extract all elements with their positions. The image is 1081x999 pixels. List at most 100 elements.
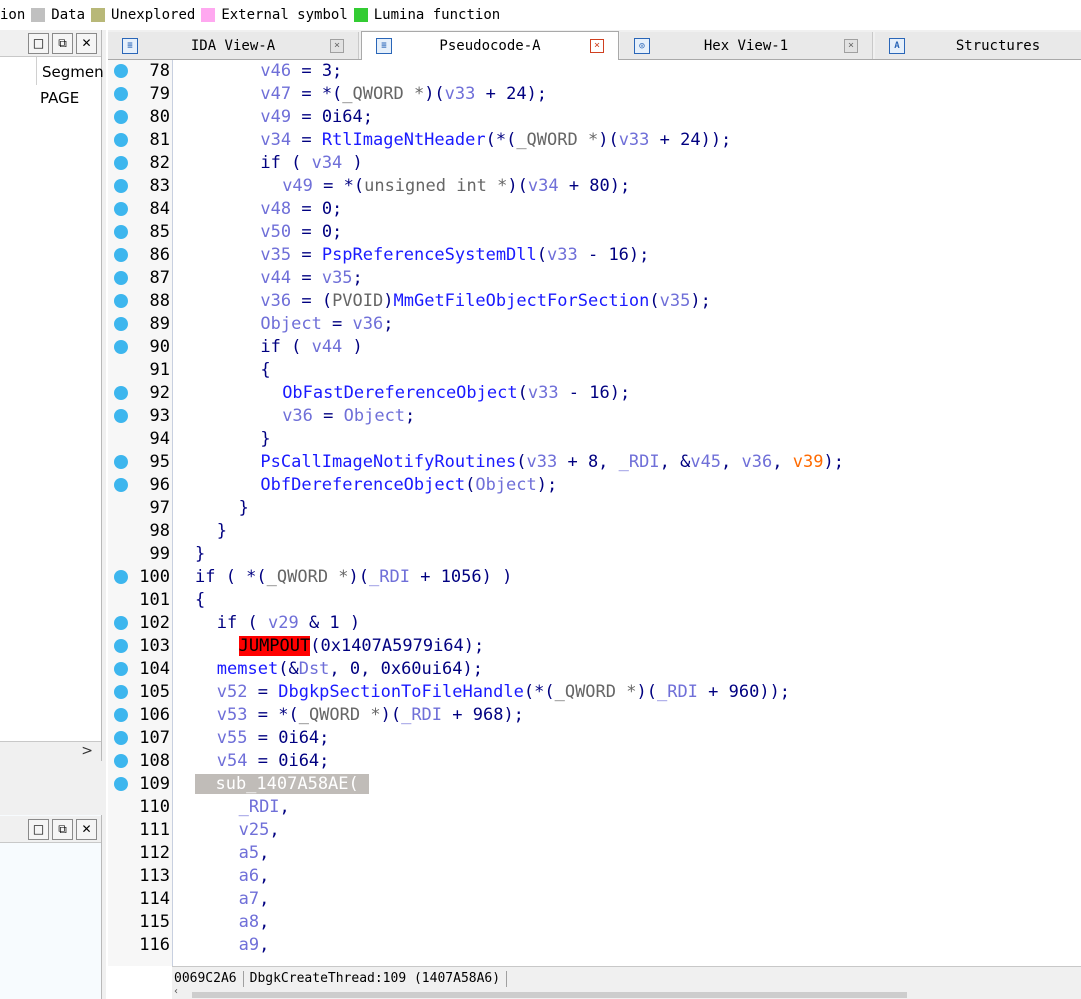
code-line[interactable]: 112 a5,	[108, 842, 1081, 865]
breakpoint-dot-icon[interactable]	[114, 754, 128, 768]
code-text[interactable]: memset(&Dst, 0, 0x60ui64);	[217, 658, 483, 681]
code-line[interactable]: 78 v46 = 3;	[108, 60, 1081, 83]
code-line[interactable]: 90 if ( v44 )	[108, 336, 1081, 359]
code-line[interactable]: 102 if ( v29 & 1 )	[108, 612, 1081, 635]
code-line[interactable]: 107 v55 = 0i64;	[108, 727, 1081, 750]
code-line[interactable]: 79 v47 = *(_QWORD *)(v33 + 24);	[108, 83, 1081, 106]
code-line[interactable]: 86 v35 = PspReferenceSystemDll(v33 - 16);	[108, 244, 1081, 267]
breakpoint-dot-icon[interactable]	[114, 409, 128, 423]
code-text[interactable]: v53 = *(_QWORD *)(_RDI + 968);	[217, 704, 524, 727]
code-line[interactable]: 113 a6,	[108, 865, 1081, 888]
code-line[interactable]: 111 v25,	[108, 819, 1081, 842]
code-line[interactable]: 80 v49 = 0i64;	[108, 106, 1081, 129]
close-icon[interactable]: ×	[590, 39, 604, 53]
breakpoint-dot-icon[interactable]	[114, 202, 128, 216]
close-icon[interactable]: ×	[844, 39, 858, 53]
code-text[interactable]: v48 = 0;	[260, 198, 342, 221]
code-line[interactable]: 98}	[108, 520, 1081, 543]
code-text[interactable]: if ( v44 )	[260, 336, 362, 359]
code-text[interactable]: JUMPOUT(0x1407A5979i64);	[238, 635, 484, 658]
code-line[interactable]: 103 JUMPOUT(0x1407A5979i64);	[108, 635, 1081, 658]
close-icon[interactable]: ✕	[76, 819, 97, 840]
code-text[interactable]: {	[260, 359, 270, 382]
code-line[interactable]: 82 if ( v34 )	[108, 152, 1081, 175]
code-text[interactable]: if ( v34 )	[260, 152, 362, 175]
code-line[interactable]: 93 v36 = Object;	[108, 405, 1081, 428]
breakpoint-dot-icon[interactable]	[114, 317, 128, 331]
code-text[interactable]: v35 = PspReferenceSystemDll(v33 - 16);	[260, 244, 649, 267]
code-line[interactable]: 96 ObfDereferenceObject(Object);	[108, 474, 1081, 497]
code-text[interactable]: v54 = 0i64;	[217, 750, 330, 773]
code-line[interactable]: 100 if ( *(_QWORD *)(_RDI + 1056) )	[108, 566, 1081, 589]
code-line[interactable]: 85 v50 = 0;	[108, 221, 1081, 244]
code-line[interactable]: 106 v53 = *(_QWORD *)(_RDI + 968);	[108, 704, 1081, 727]
breakpoint-dot-icon[interactable]	[114, 708, 128, 722]
float-icon[interactable]: ⧉	[52, 33, 73, 54]
code-text[interactable]: }	[260, 428, 270, 451]
code-line[interactable]: 116 a9,	[108, 934, 1081, 957]
code-text[interactable]: v36 = Object;	[282, 405, 415, 428]
breakpoint-dot-icon[interactable]	[114, 110, 128, 124]
code-text[interactable]: ObfDereferenceObject(Object);	[260, 474, 557, 497]
code-text[interactable]: a5,	[239, 842, 270, 865]
scrollbar-thumb[interactable]	[192, 992, 907, 998]
code-line[interactable]: 87 v44 = v35;	[108, 267, 1081, 290]
breakpoint-dot-icon[interactable]	[114, 639, 128, 653]
segment-row-page[interactable]: PAGE	[40, 89, 79, 107]
tab-pseudocode-a[interactable]: ≡ Pseudocode-A ×	[361, 31, 619, 61]
code-text[interactable]: a9,	[239, 934, 270, 957]
code-text[interactable]: {	[195, 589, 205, 612]
restore-icon[interactable]: □	[28, 819, 49, 840]
breakpoint-dot-icon[interactable]	[114, 248, 128, 262]
segments-column-header[interactable]: Segmen	[42, 63, 104, 81]
code-text[interactable]: ObFastDereferenceObject(v33 - 16);	[282, 382, 630, 405]
code-line[interactable]: 92 ObFastDereferenceObject(v33 - 16);	[108, 382, 1081, 405]
code-line[interactable]: 104 memset(&Dst, 0, 0x60ui64);	[108, 658, 1081, 681]
horizontal-scrollbar[interactable]: >	[0, 741, 101, 764]
pseudocode-editor[interactable]: 78 v46 = 3; 79 v47 = *(_QWORD *)(v33 + 24);…	[108, 60, 1081, 966]
breakpoint-dot-icon[interactable]	[114, 340, 128, 354]
code-text[interactable]: }	[195, 543, 205, 566]
code-text[interactable]: v46 = 3;	[260, 60, 342, 83]
float-icon[interactable]: ⧉	[52, 819, 73, 840]
close-icon[interactable]: ✕	[76, 33, 97, 54]
code-line[interactable]: 89 Object = v36;	[108, 313, 1081, 336]
chevron-left-icon[interactable]: ‹	[174, 986, 178, 997]
code-line[interactable]: 101 {	[108, 589, 1081, 612]
code-text[interactable]: if ( *(_QWORD *)(_RDI + 1056) )	[195, 566, 512, 589]
breakpoint-dot-icon[interactable]	[114, 294, 128, 308]
code-text[interactable]: a8,	[239, 911, 270, 934]
code-line[interactable]: 81 v34 = RtlImageNtHeader(*(_QWORD *)(v33…	[108, 129, 1081, 152]
code-text[interactable]: v49 = 0i64;	[260, 106, 373, 129]
code-line[interactable]: 83 v49 = *(unsigned int *)(v34 + 80);	[108, 175, 1081, 198]
breakpoint-dot-icon[interactable]	[114, 570, 128, 584]
code-line[interactable]: 84 v48 = 0;	[108, 198, 1081, 221]
breakpoint-dot-icon[interactable]	[114, 478, 128, 492]
tab-structures[interactable]: A Structures	[875, 32, 1081, 59]
breakpoint-dot-icon[interactable]	[114, 87, 128, 101]
code-line[interactable]: 114 a7,	[108, 888, 1081, 911]
code-line[interactable]: 91 {	[108, 359, 1081, 382]
code-text[interactable]: v44 = v35;	[260, 267, 362, 290]
code-text[interactable]: sub_1407A58AE(	[195, 773, 369, 796]
code-text[interactable]: if ( v29 & 1 )	[217, 612, 360, 635]
breakpoint-dot-icon[interactable]	[114, 685, 128, 699]
code-line[interactable]: 95 PsCallImageNotifyRoutines(v33 + 8, _RD…	[108, 451, 1081, 474]
code-text[interactable]: v50 = 0;	[260, 221, 342, 244]
close-icon[interactable]: ×	[330, 39, 344, 53]
code-text[interactable]: v47 = *(_QWORD *)(v33 + 24);	[260, 83, 547, 106]
breakpoint-dot-icon[interactable]	[114, 777, 128, 791]
code-text[interactable]: v36 = (PVOID)MmGetFileObjectForSection(v…	[260, 290, 710, 313]
code-line[interactable]: 88 v36 = (PVOID)MmGetFileObjectForSection…	[108, 290, 1081, 313]
code-text[interactable]: PsCallImageNotifyRoutines(v33 + 8, _RDI,…	[260, 451, 844, 474]
code-text[interactable]: v25,	[239, 819, 280, 842]
editor-horizontal-scrollbar[interactable]: ‹	[172, 986, 1081, 999]
breakpoint-dot-icon[interactable]	[114, 64, 128, 78]
breakpoint-dot-icon[interactable]	[114, 271, 128, 285]
code-line[interactable]: 110 _RDI,	[108, 796, 1081, 819]
code-text[interactable]: Object = v36;	[260, 313, 393, 336]
tab-ida-view-a[interactable]: ≡ IDA View-A ×	[108, 32, 359, 59]
code-line[interactable]: 105 v52 = DbgkpSectionToFileHandle(*(_QWO…	[108, 681, 1081, 704]
breakpoint-dot-icon[interactable]	[114, 662, 128, 676]
code-text[interactable]: v49 = *(unsigned int *)(v34 + 80);	[282, 175, 630, 198]
